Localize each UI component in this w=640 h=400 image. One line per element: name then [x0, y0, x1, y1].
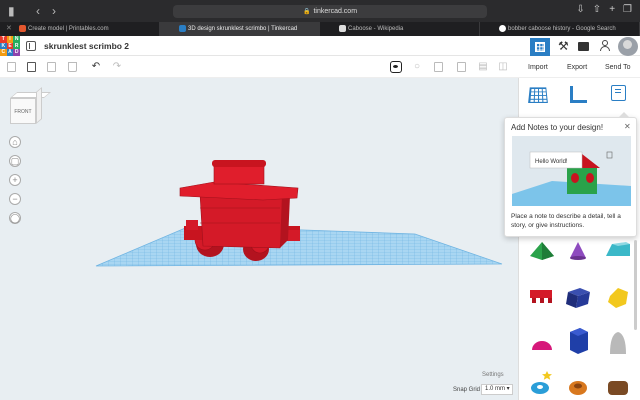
avatar[interactable]: [618, 37, 638, 56]
close-icon[interactable]: ✕: [624, 122, 631, 131]
logo-letter: N: [13, 36, 20, 43]
download-icon[interactable]: ⇩: [576, 4, 584, 15]
forward-icon[interactable]: ›: [52, 4, 56, 18]
new-tab-icon[interactable]: +: [609, 4, 615, 15]
browser-toolbar: ▮ ‹ › 🔒 tinkercad.com ⇩ ⇧ + ❐: [0, 0, 640, 22]
snap-grid-label: Snap Grid: [453, 387, 481, 393]
sidebar-toggle-icon[interactable]: ▮: [8, 4, 15, 18]
delete-icon[interactable]: [68, 62, 77, 72]
caboose-model[interactable]: [179, 160, 300, 261]
undo-icon[interactable]: ↶: [91, 62, 101, 72]
group-icon[interactable]: [457, 62, 466, 72]
logo-letter: R: [13, 42, 20, 50]
tab-printables[interactable]: ✕ Create model | Printables.com: [0, 22, 160, 36]
logo-letter: C: [0, 49, 7, 56]
star-favorite-icon: [542, 371, 552, 380]
tab-label: 3D design skrunklest scrimbo | Tinkercad: [188, 26, 298, 32]
callout-illustration: Hello World!: [512, 136, 631, 206]
tab-wikipedia[interactable]: Caboose - Wikipedia: [320, 22, 480, 36]
tab-strip: ✕ Create model | Printables.com 3D desig…: [0, 22, 640, 36]
tube-orange-icon[interactable]: [569, 381, 587, 395]
align-icon[interactable]: ▤: [478, 62, 488, 72]
close-tab-icon[interactable]: ✕: [6, 22, 12, 36]
pickaxe-icon[interactable]: ⚒: [558, 40, 570, 52]
tab-label: Create model | Printables.com: [28, 26, 109, 32]
ruler-tool-icon[interactable]: [570, 86, 587, 103]
shapes-grid: [530, 242, 630, 395]
logo-letter: K: [0, 42, 7, 50]
torus-blue-icon[interactable]: [531, 382, 549, 394]
share-icon[interactable]: ⇧: [593, 4, 601, 15]
logo-letter: E: [6, 42, 14, 50]
pyramid-green-icon[interactable]: [530, 242, 554, 260]
notes-tool-button[interactable]: [390, 61, 402, 73]
mirror-icon[interactable]: ◫: [498, 62, 508, 72]
back-icon[interactable]: ‹: [36, 4, 40, 18]
export-button[interactable]: Export: [567, 64, 587, 71]
google-favicon-icon: [499, 25, 506, 32]
3d-scene: [95, 160, 503, 267]
callout-title: Add Notes to your design!: [511, 123, 604, 132]
text-red-icon[interactable]: [530, 290, 552, 303]
settings-link[interactable]: Settings: [482, 372, 504, 378]
rounded-box-brown-icon[interactable]: [608, 381, 628, 395]
tab-overview-icon[interactable]: ❐: [623, 4, 632, 15]
tab-google[interactable]: bobber caboose history - Google Search: [480, 22, 640, 36]
3d-design-view-button[interactable]: [530, 38, 550, 56]
snap-grid-select[interactable]: 1.0 mm ▾: [481, 384, 513, 395]
logo-letter: A: [6, 49, 14, 56]
send-to-button[interactable]: Send To: [605, 64, 631, 71]
hexagonal-prism-yellow-icon[interactable]: [608, 288, 628, 308]
wikipedia-favicon-icon: [339, 25, 346, 32]
note-text: Hello World!: [535, 159, 568, 165]
address-text: tinkercad.com: [313, 8, 358, 15]
design-title[interactable]: skrunklest scrimbo 2: [44, 41, 129, 51]
tab-label: bobber caboose history - Google Search: [508, 26, 616, 32]
callout-description: Place a note to describe a detail, tell …: [511, 213, 621, 229]
logo-letter: I: [6, 36, 14, 43]
printables-favicon-icon: [19, 25, 26, 32]
polygon-blue-icon[interactable]: [570, 328, 588, 354]
address-bar[interactable]: 🔒 tinkercad.com: [173, 5, 487, 18]
designs-icon[interactable]: [26, 41, 36, 51]
tab-label: Caboose - Wikipedia: [348, 26, 404, 32]
tab-tinkercad[interactable]: 3D design skrunklest scrimbo | Tinkercad: [160, 22, 320, 36]
import-button[interactable]: Import: [528, 64, 548, 71]
tinkercad-favicon-icon: [179, 25, 186, 32]
grid-icon: [535, 42, 545, 52]
logo-letter: D: [13, 49, 20, 56]
logo-letter: T: [0, 36, 7, 43]
roof-teal-icon[interactable]: [606, 242, 630, 256]
panel-scrollbar[interactable]: [634, 240, 637, 330]
paraboloid-gray-icon[interactable]: [610, 332, 626, 354]
half-sphere-magenta-icon[interactable]: [532, 341, 552, 350]
light-bulb-icon[interactable]: ○: [412, 62, 422, 72]
notes-panel-icon[interactable]: [611, 85, 626, 101]
copy-icon[interactable]: [7, 62, 16, 72]
workplane-tool-icon[interactable]: [528, 87, 548, 103]
tinkercad-logo[interactable]: TINKERCAD: [0, 36, 20, 56]
cone-purple-icon[interactable]: [570, 242, 586, 260]
shape-icon[interactable]: [434, 62, 443, 72]
briefcase-icon[interactable]: [578, 42, 589, 51]
duplicate-icon[interactable]: [47, 62, 56, 72]
box-navy-icon[interactable]: [566, 288, 590, 308]
invite-user-icon[interactable]: [600, 40, 610, 52]
lock-icon: 🔒: [302, 9, 311, 15]
redo-icon[interactable]: ↷: [112, 62, 122, 72]
paste-icon[interactable]: [27, 62, 36, 72]
